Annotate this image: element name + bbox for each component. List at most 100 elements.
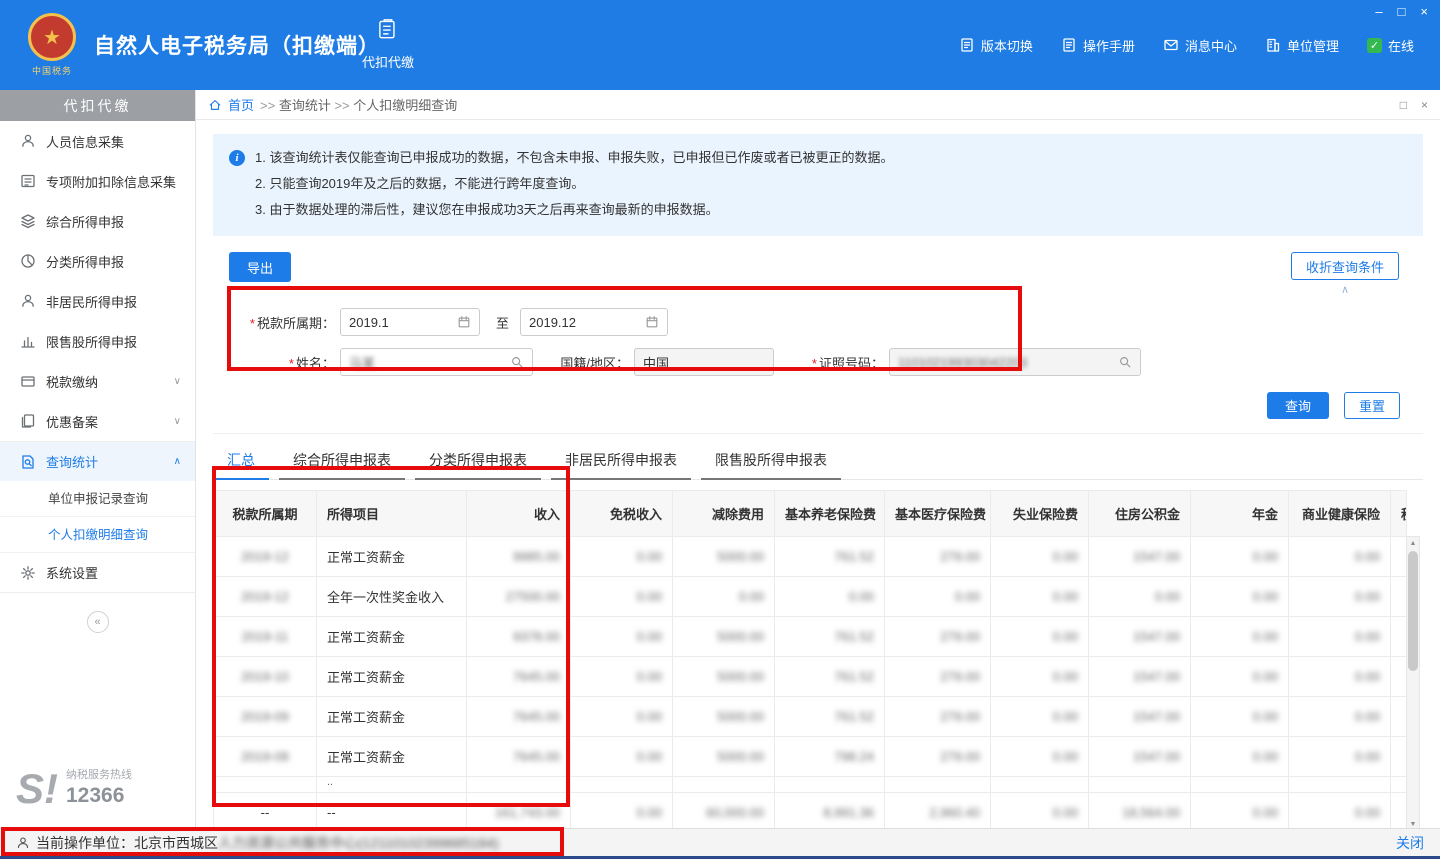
menu-online-status[interactable]: ✓在线 <box>1367 36 1414 55</box>
breadcrumb-item[interactable]: 个人扣缴明细查询 <box>353 98 457 113</box>
column-header: 税款所属期 <box>214 491 317 537</box>
tab-综合所得申报表[interactable]: 综合所得申报表 <box>279 450 405 480</box>
vertical-scrollbar[interactable]: ▲ ▼ <box>1406 536 1420 828</box>
tab-限售股所得申报表[interactable]: 限售股所得申报表 <box>701 450 841 480</box>
column-header: 住房公积金 <box>1089 491 1191 537</box>
period-to-input[interactable]: 2019.12 <box>520 308 668 336</box>
required-mark: * <box>250 316 255 331</box>
sidebar-item-nonresident-income[interactable]: 非居民所得申报 <box>0 281 195 321</box>
totals-row[interactable]: ----161,743.000.0060,000.008,991.362,960… <box>214 793 1407 829</box>
cell: 1547.00 <box>1089 617 1191 657</box>
breadcrumb-item[interactable]: 查询统计 <box>279 98 331 113</box>
home-icon[interactable] <box>208 98 222 112</box>
cell: 2019-10 <box>214 657 317 697</box>
cell: 0.00 <box>1289 537 1391 577</box>
menu-message-center[interactable]: 消息中心 <box>1163 36 1237 55</box>
table-row[interactable]: 2019-08正常工资薪金7645.000.005000.00798.24279… <box>214 737 1407 777</box>
required-mark: * <box>289 356 294 371</box>
close-icon[interactable]: × <box>1420 5 1428 18</box>
menu-label: 操作手册 <box>1083 36 1135 55</box>
table-row[interactable]: 2019-10正常工资薪金7645.000.005000.00761.52279… <box>214 657 1407 697</box>
table-row[interactable]: 2019-11正常工资薪金9378.000.005000.00761.52279… <box>214 617 1407 657</box>
tab-非居民所得申报表[interactable]: 非居民所得申报表 <box>551 450 691 480</box>
period-from-input[interactable]: 2019.1 <box>340 308 480 336</box>
sidebar-item-special-deduction[interactable]: 专项附加扣除信息采集 <box>0 161 195 201</box>
sidebar-menu: 人员信息采集专项附加扣除信息采集综合所得申报分类所得申报非居民所得申报限售股所得… <box>0 121 195 593</box>
panel-restore-icon[interactable]: □ <box>1400 98 1407 112</box>
menu-version-switch[interactable]: 版本切换 <box>959 36 1033 55</box>
sidebar-item-label: 非居民所得申报 <box>46 292 137 311</box>
calendar-icon[interactable] <box>457 315 471 329</box>
sidebar-collapse-button[interactable]: « <box>87 611 109 633</box>
cell: 761.52 <box>775 657 885 697</box>
cell: -- <box>214 793 317 829</box>
sidebar-item-restricted-stock[interactable]: 限售股所得申报 <box>0 321 195 361</box>
panel-close-icon[interactable]: × <box>1421 98 1428 112</box>
search-icon[interactable] <box>1118 355 1132 369</box>
menu-manual[interactable]: 操作手册 <box>1061 36 1135 55</box>
menu-label: 版本切换 <box>981 36 1033 55</box>
sidebar-item-classified-income[interactable]: 分类所得申报 <box>0 241 195 281</box>
nationality-input[interactable]: 中国 <box>634 348 774 376</box>
cell: 9378.00 <box>467 617 571 657</box>
column-header: 基本养老保险费 <box>775 491 885 537</box>
vertical-scroll-thumb[interactable] <box>1408 551 1418 671</box>
cell: 7645.00 <box>467 697 571 737</box>
person-icon <box>20 133 36 149</box>
sidebar-item-query-statistics[interactable]: 查询统计∧ <box>0 441 195 481</box>
sidebar-item-comprehensive-income[interactable]: 综合所得申报 <box>0 201 195 241</box>
sidebar-item-system-settings[interactable]: 系统设置 <box>0 553 195 593</box>
id-number-input[interactable]: 110102199303042203 <box>889 348 1141 376</box>
topbar-menu: 版本切换 操作手册 消息中心 单位管理 ✓在线 <box>959 0 1414 90</box>
cell: 0.00 <box>571 657 673 697</box>
sidebar-item-personnel-info[interactable]: 人员信息采集 <box>0 121 195 161</box>
person-icon <box>20 293 36 309</box>
breadcrumb-separator: >> <box>260 98 279 113</box>
to-label: 至 <box>496 313 509 332</box>
table-area: 税款所属期所得项目收入免税收入减除费用基本养老保险费基本医疗保险费失业保险费住房… <box>213 490 1423 828</box>
partial-row: .. <box>214 777 1407 793</box>
cell: 0.00 <box>885 577 991 617</box>
calendar-icon[interactable] <box>645 315 659 329</box>
sidebar-subitem-personal-withholding-query[interactable]: 个人扣缴明细查询 <box>0 517 195 553</box>
table-row[interactable]: 2019-09正常工资薪金7645.000.005000.00761.52279… <box>214 697 1407 737</box>
tab-withholding[interactable]: 代扣代缴 <box>347 16 429 71</box>
export-button[interactable]: 导出 <box>229 252 291 282</box>
cell: 0.00 <box>991 793 1089 829</box>
sidebar-item-label: 人员信息采集 <box>46 132 124 151</box>
table-row[interactable]: 2019-12全年一次性奖金收入27500.000.000.000.000.00… <box>214 577 1407 617</box>
cell: 0.00 <box>1289 657 1391 697</box>
tab-汇总[interactable]: 汇总 <box>213 450 269 480</box>
sidebar-item-preferential-filing[interactable]: 优惠备案∨ <box>0 401 195 441</box>
search-icon[interactable] <box>510 355 524 369</box>
nationality-label: 国籍/地区： <box>533 353 629 372</box>
searchdoc-icon <box>20 454 36 470</box>
tab-分类所得申报表[interactable]: 分类所得申报表 <box>415 450 541 480</box>
sidebar-item-tax-payment[interactable]: 税款缴纳∨ <box>0 361 195 401</box>
sidebar-item-label: 分类所得申报 <box>46 252 124 271</box>
breadcrumb-home[interactable]: 首页 <box>228 95 254 114</box>
close-link[interactable]: 关闭 <box>1396 833 1424 853</box>
minimize-icon[interactable]: – <box>1375 5 1382 18</box>
maximize-icon[interactable]: □ <box>1398 5 1406 18</box>
collapse-query-button[interactable]: 收折查询条件 <box>1291 252 1399 280</box>
menu-label: 消息中心 <box>1185 36 1237 55</box>
cell: 2,960.40 <box>885 793 991 829</box>
reset-button[interactable]: 重置 <box>1344 392 1400 419</box>
search-button[interactable]: 查询 <box>1267 392 1329 419</box>
notice-box: i 1. 该查询统计表仅能查询已申报成功的数据，不包含未申报、申报失败，已申报但… <box>213 134 1423 236</box>
hotline-block: S! 纳税服务热线 12366 <box>16 766 132 808</box>
layers-icon <box>20 213 36 229</box>
notice-line: 3. 由于数据处理的滞后性，建议您在申报成功3天之后再来查询最新的申报数据。 <box>255 197 1407 223</box>
cell: 279.00 <box>885 697 991 737</box>
cell: 0.00 <box>1289 737 1391 777</box>
cell: 0.00 <box>991 657 1089 697</box>
menu-org-management[interactable]: 单位管理 <box>1265 36 1339 55</box>
scroll-down-icon[interactable]: ▼ <box>1407 818 1419 828</box>
scroll-up-icon[interactable]: ▲ <box>1407 537 1419 550</box>
cell <box>1391 697 1407 737</box>
table-row[interactable]: 2019-12正常工资薪金9985.000.005000.00761.52279… <box>214 537 1407 577</box>
sidebar-subitem-unit-report-query[interactable]: 单位申报记录查询 <box>0 481 195 517</box>
name-input[interactable]: 马某 <box>340 348 533 376</box>
cell: 0.00 <box>991 697 1089 737</box>
